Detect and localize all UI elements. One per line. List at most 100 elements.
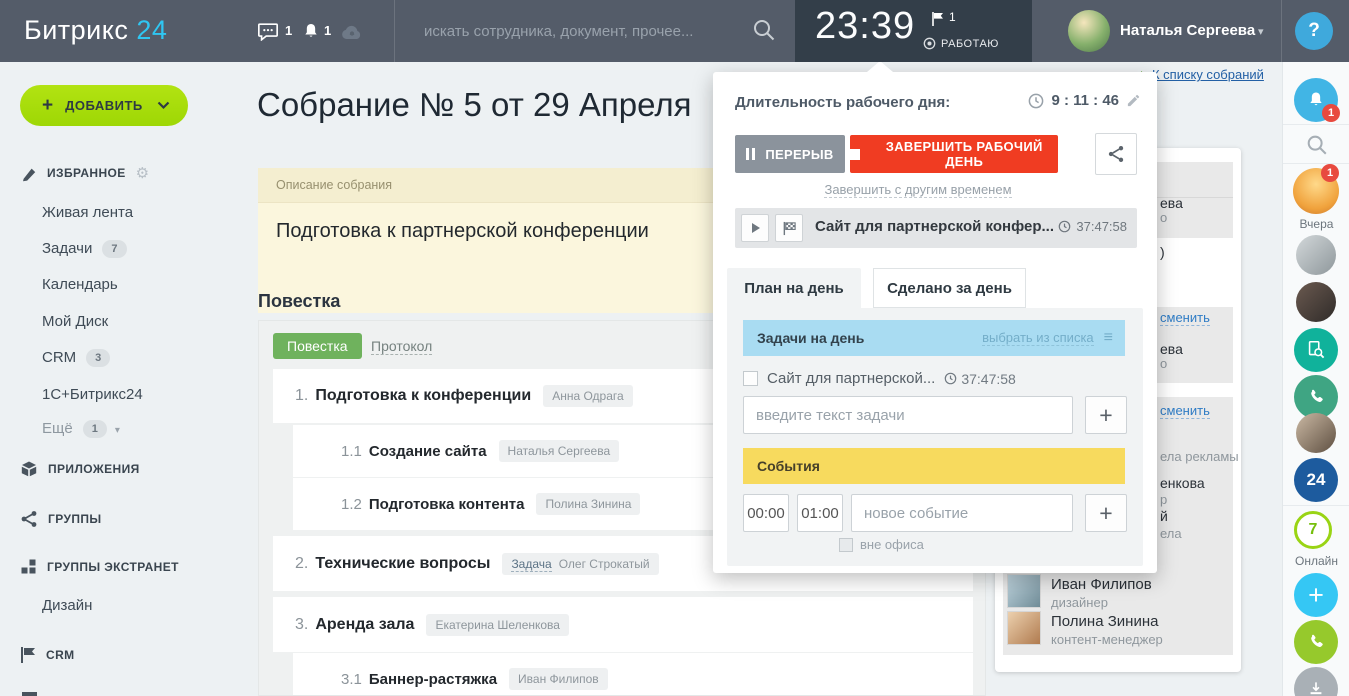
participant-role-fragment: о bbox=[1160, 210, 1167, 225]
user-avatar[interactable] bbox=[1068, 10, 1110, 52]
add-task-button[interactable]: + bbox=[1085, 396, 1127, 434]
participant-avatar[interactable] bbox=[1007, 611, 1041, 645]
participant-avatar[interactable] bbox=[1007, 574, 1041, 608]
task-timer-value: 37:47:58 bbox=[1076, 219, 1127, 234]
sidebar-item-1c-bitrix[interactable]: 1С+Битрикс24 bbox=[42, 386, 143, 403]
chat-contact-avatar[interactable] bbox=[1296, 282, 1336, 322]
telephony-button[interactable] bbox=[1294, 620, 1338, 664]
bitrix-logo[interactable]: Битрикс 24 bbox=[24, 15, 167, 46]
worktime-clock-widget[interactable]: 23:39 1 РАБОТАЮ bbox=[795, 0, 1032, 62]
tab-plan-for-day[interactable]: План на день bbox=[727, 268, 861, 308]
participant-name[interactable]: Иван Филипов bbox=[1051, 576, 1152, 593]
back-to-meetings-link[interactable]: К списку собраний bbox=[1152, 67, 1264, 82]
participant-name-fragment: й bbox=[1160, 508, 1168, 524]
finish-workday-button[interactable]: ЗАВЕРШИТЬ РАБОЧИЙ ДЕНЬ bbox=[850, 135, 1058, 173]
chat-contact-avatar[interactable] bbox=[1296, 413, 1336, 453]
chat-count: 1 bbox=[285, 23, 292, 38]
sidebar-item-more[interactable]: Ещё1▾ bbox=[42, 420, 120, 438]
change-link[interactable]: сменить bbox=[1160, 310, 1210, 326]
rail-search-icon[interactable] bbox=[1305, 133, 1329, 162]
outside-office-checkbox[interactable] bbox=[839, 538, 853, 552]
sidebar-item-tasks[interactable]: Задачи7 bbox=[42, 240, 127, 258]
chevron-down-icon bbox=[157, 101, 170, 110]
tab-agenda[interactable]: Повестка bbox=[273, 333, 362, 359]
topbar-divider bbox=[394, 0, 395, 62]
sidebar-item-calendar[interactable]: Календарь bbox=[42, 276, 118, 293]
phone-icon bbox=[1305, 386, 1327, 408]
bell-count: 1 bbox=[324, 23, 331, 38]
chat-icon[interactable] bbox=[257, 22, 279, 46]
crm-count-badge: 3 bbox=[86, 349, 110, 367]
finish-task-button[interactable] bbox=[775, 214, 803, 242]
record-icon bbox=[923, 37, 936, 50]
invite-users-button[interactable]: + bbox=[1294, 573, 1338, 617]
agenda-row: 3.1 Баннер-растяжка Иван Филипов bbox=[293, 653, 973, 696]
sidebar-section-crm[interactable]: CRM bbox=[20, 646, 75, 664]
share-button[interactable] bbox=[1095, 133, 1137, 175]
add-button[interactable]: + ДОБАВИТЬ bbox=[20, 85, 188, 126]
cloud-icon[interactable] bbox=[340, 23, 364, 45]
sidebar-section-apps[interactable]: ПРИЛОЖЕНИЯ bbox=[20, 460, 140, 478]
agenda-item-owner[interactable]: Полина Зинина bbox=[536, 493, 640, 515]
agenda-item-owner[interactable]: Екатерина Шеленкова bbox=[426, 614, 569, 636]
document-search-button[interactable] bbox=[1294, 328, 1338, 372]
help-button[interactable]: ? bbox=[1295, 12, 1333, 50]
new-task-input[interactable] bbox=[743, 396, 1073, 434]
notifications-button[interactable]: 1 bbox=[1294, 78, 1338, 122]
sidebar-item-my-disk[interactable]: Мой Диск bbox=[42, 313, 108, 330]
online-users-button[interactable]: 7 bbox=[1294, 511, 1332, 549]
outside-office-option: вне офиса bbox=[839, 537, 924, 552]
sidebar-item-design[interactable]: Дизайн bbox=[42, 597, 92, 614]
break-label: ПЕРЕРЫВ bbox=[765, 147, 833, 162]
change-link[interactable]: сменить bbox=[1160, 403, 1210, 419]
favorites-label: ИЗБРАННОЕ bbox=[47, 166, 126, 180]
sidebar-section-extranet[interactable]: ГРУППЫ ЭКСТРАНЕТ bbox=[20, 558, 179, 575]
favorites-header[interactable]: ИЗБРАННОЕ ⚙ bbox=[20, 164, 150, 182]
agenda-item-owner[interactable]: Иван Филипов bbox=[509, 668, 608, 690]
search-icon[interactable] bbox=[751, 17, 777, 48]
plus-icon: + bbox=[1099, 500, 1112, 527]
clock-icon bbox=[944, 372, 957, 385]
day-task-name[interactable]: Сайт для партнерской... bbox=[767, 370, 935, 387]
tab-done-for-day[interactable]: Сделано за день bbox=[873, 268, 1026, 308]
flag-icon bbox=[20, 646, 36, 664]
new-event-input[interactable] bbox=[851, 494, 1073, 532]
other-time-label: Завершить с другим временем bbox=[824, 182, 1011, 198]
finish-other-time-link[interactable]: Завершить с другим временем bbox=[773, 182, 1063, 197]
sidebar-item-label: 1С+Битрикс24 bbox=[42, 386, 143, 403]
task-link[interactable]: Задача bbox=[511, 557, 551, 572]
b24-label: 24 bbox=[1307, 470, 1326, 490]
participant-name[interactable]: Полина Зинина bbox=[1051, 613, 1158, 630]
bitrix24-network-button[interactable]: 24 bbox=[1294, 458, 1338, 502]
search-input[interactable] bbox=[424, 15, 724, 47]
agenda-item-owner[interactable]: Анна Одрага bbox=[543, 385, 632, 407]
chat-contact-avatar[interactable] bbox=[1296, 235, 1336, 275]
sidebar-item-live-feed[interactable]: Живая лента bbox=[42, 204, 133, 221]
agenda-item-title: Подготовка к конференции bbox=[315, 387, 531, 405]
user-menu[interactable]: Наталья Сергеева bbox=[1120, 22, 1255, 39]
list-icon[interactable]: ≡ bbox=[1104, 329, 1113, 347]
play-button[interactable] bbox=[741, 214, 769, 242]
share-nodes-icon bbox=[20, 510, 38, 528]
task-checkbox[interactable] bbox=[743, 371, 758, 386]
break-button[interactable]: ПЕРЕРЫВ bbox=[735, 135, 845, 173]
event-time-to-input[interactable] bbox=[797, 494, 843, 532]
current-time: 23:39 bbox=[815, 5, 915, 48]
document-search-icon bbox=[1305, 339, 1327, 361]
add-event-button[interactable]: + bbox=[1085, 494, 1127, 532]
sidebar-section-groups[interactable]: ГРУППЫ bbox=[20, 510, 102, 528]
gear-icon[interactable]: ⚙ bbox=[136, 164, 150, 182]
sidebar-item-label: Дизайн bbox=[42, 597, 92, 614]
pencil-icon[interactable] bbox=[1126, 93, 1141, 108]
sidebar-item-crm[interactable]: CRM3 bbox=[42, 349, 110, 367]
install-app-button[interactable] bbox=[1294, 667, 1338, 696]
event-time-from-input[interactable] bbox=[743, 494, 789, 532]
owner-label: Анна Одрага bbox=[552, 389, 623, 403]
bell-icon[interactable] bbox=[301, 21, 321, 47]
active-task-name[interactable]: Сайт для партнерской конфер... bbox=[815, 218, 1054, 235]
day-tasks-label: Задачи на день bbox=[757, 330, 864, 346]
agenda-item-owner[interactable]: Наталья Сергеева bbox=[499, 440, 620, 462]
chat-contact-avatar[interactable]: 1 bbox=[1293, 168, 1339, 214]
choose-from-list-link[interactable]: выбрать из списка bbox=[982, 330, 1094, 346]
tab-protocol[interactable]: Протокол bbox=[371, 338, 432, 355]
